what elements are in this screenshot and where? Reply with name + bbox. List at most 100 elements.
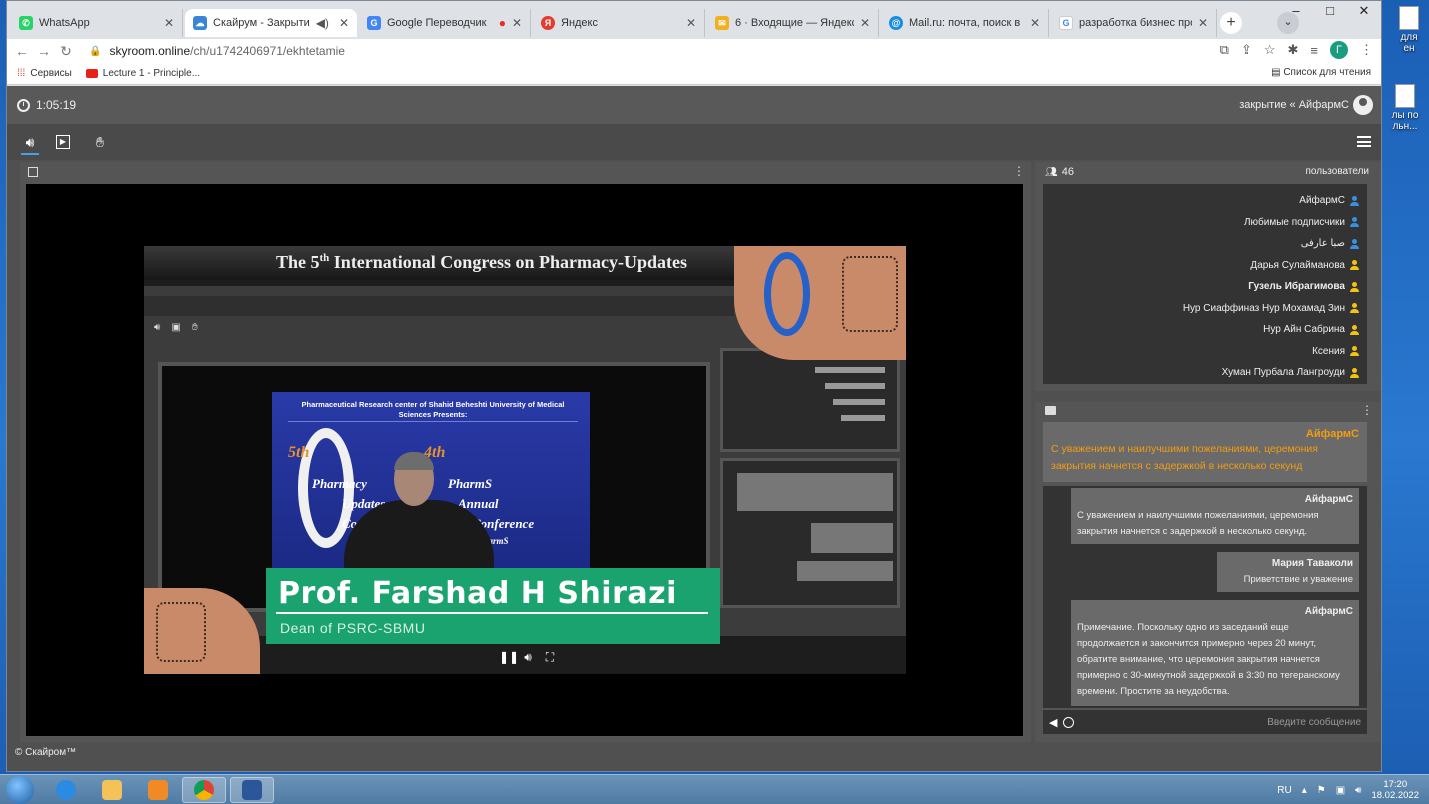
new-tab-button[interactable]: +	[1220, 12, 1242, 34]
mail-icon: ✉	[715, 16, 729, 30]
browser-menu-icon[interactable]: ⋮	[1360, 42, 1373, 58]
user-row[interactable]: Нур Сиаффиназ Нур Мохамад Зин	[1043, 298, 1367, 320]
address-bar[interactable]: 🔒 skyroom.online/ch/u1742406971/ekhtetam…	[89, 44, 345, 58]
speaker-icon[interactable]: ◀)	[316, 16, 329, 30]
minimize-button[interactable]: –	[1279, 1, 1313, 23]
internet-explorer-icon	[56, 780, 76, 800]
session-timer: 1:05:19	[17, 98, 76, 112]
congress-logo-area	[734, 246, 906, 360]
close-tab-icon[interactable]: ✕	[339, 16, 349, 30]
user-row[interactable]: АйфармС	[1043, 190, 1367, 212]
media-player-icon	[148, 780, 168, 800]
users-count-value: 46	[1061, 166, 1074, 178]
tab-mailru[interactable]: @ Mail.ru: почта, поиск в интерне ✕	[881, 9, 1049, 37]
taskbar-app[interactable]	[44, 777, 88, 803]
banner-text-start: The 5	[276, 252, 320, 272]
emoji-icon[interactable]	[1063, 716, 1075, 728]
user-row[interactable]: Нур Айн Сабрина	[1043, 319, 1367, 341]
back-button[interactable]: ←	[11, 43, 33, 59]
menu-icon[interactable]	[1357, 136, 1371, 147]
extensions-icon[interactable]: ✱	[1288, 42, 1299, 58]
flag-icon[interactable]: ⚑	[1317, 785, 1326, 796]
volume-tray-icon[interactable]: 🔊︎	[1355, 785, 1361, 796]
kebab-menu-icon[interactable]: ⋮	[1361, 403, 1373, 417]
users-panel-header: 👥︎ 46 пользователи	[1035, 162, 1381, 182]
user-row[interactable]: Гузель Ибрагимова	[1043, 276, 1367, 298]
tab-yandex-mail[interactable]: ✉ 6 · Входящие — Яндекс.Почта ✕	[707, 9, 879, 37]
network-icon[interactable]: ▣	[1336, 785, 1345, 796]
close-tab-icon[interactable]: ✕	[686, 16, 696, 30]
app-toolbar: 🔊︎ ▶ ✋︎	[7, 124, 1381, 160]
caption-rule	[276, 612, 708, 614]
chat-message: АйфармС Примечание. Поскольку одно из за…	[1071, 600, 1359, 706]
profile-avatar[interactable]: Г	[1330, 41, 1348, 59]
desktop-file-icon[interactable]: лы по льн...	[1382, 84, 1428, 132]
bookmark-lecture[interactable]: Lecture 1 - Principle...	[85, 68, 200, 79]
reading-list-button[interactable]: ▤ Список для чтения	[1271, 67, 1371, 78]
tab-yandex[interactable]: Я Яндекс ✕	[533, 9, 705, 37]
close-tab-icon[interactable]: ✕	[164, 16, 174, 30]
language-indicator[interactable]: RU	[1277, 785, 1291, 796]
speaker-role: Dean of PSRC-SBMU	[280, 620, 426, 636]
close-window-button[interactable]: ✕	[1347, 1, 1381, 23]
user-row[interactable]: Любимые подписчики	[1043, 212, 1367, 234]
chat-panel: ⋮ АйфармС С уважением и наилучшими пожел…	[1035, 402, 1381, 742]
taskbar-app[interactable]	[182, 777, 226, 803]
window-controls: – □ ✕	[1279, 1, 1381, 23]
congress-e-logo	[764, 252, 810, 336]
user-row[interactable]: Ксения	[1043, 341, 1367, 363]
bookmark-apps[interactable]: ⁞⁞⁞ Сервисы	[17, 68, 72, 79]
media-control-icon[interactable]: ≡	[1310, 43, 1318, 58]
close-tab-icon[interactable]: ✕	[512, 16, 522, 30]
message-input[interactable]	[1074, 716, 1361, 728]
poster-heading-text: Pharmaceutical Research center of Shahid…	[301, 400, 565, 419]
system-clock[interactable]: 17:20 18.02.2022	[1371, 779, 1419, 801]
browser-window: ✆ WhatsApp ✕ ☁ Скайрум - Закрытие ◀) ✕ G…	[6, 0, 1382, 772]
close-tab-icon[interactable]: ✕	[1030, 16, 1040, 30]
fullscreen-icon[interactable]: ⛶	[543, 650, 557, 664]
tab-google-search[interactable]: G разработка бизнес процессов ✕	[1051, 9, 1217, 37]
translate-icon[interactable]: ⧉	[1220, 42, 1229, 58]
share-icon[interactable]: ⇪	[1241, 42, 1252, 58]
maximize-button[interactable]: □	[1313, 1, 1347, 23]
tab-whatsapp[interactable]: ✆ WhatsApp ✕	[11, 9, 183, 37]
speaker-name: Prof. Farshad H Shirazi	[278, 576, 677, 611]
taskbar-app[interactable]	[136, 777, 180, 803]
start-orb-icon[interactable]	[6, 776, 34, 804]
user-icon	[1350, 324, 1359, 335]
tab-skyroom[interactable]: ☁ Скайрум - Закрытие ◀) ✕	[185, 9, 357, 37]
speaker-toggle-icon[interactable]: 🔊︎	[21, 133, 39, 155]
user-row[interactable]: صبا عارفی	[1043, 233, 1367, 255]
pause-icon[interactable]: ❚❚	[499, 650, 519, 664]
taskbar-app[interactable]	[230, 777, 274, 803]
bookmark-star-icon[interactable]: ☆	[1264, 42, 1276, 58]
tab-label: WhatsApp	[39, 17, 90, 29]
account-icon[interactable]	[1353, 95, 1373, 115]
tab-strip: ✆ WhatsApp ✕ ☁ Скайрум - Закрытие ◀) ✕ G…	[7, 1, 1381, 39]
media-share-icon[interactable]	[28, 167, 38, 177]
volume-icon[interactable]: 🔊︎	[521, 650, 535, 664]
reload-button[interactable]: ↻	[55, 43, 77, 60]
tab-label: Google Переводчик	[387, 17, 487, 29]
taskbar-app[interactable]	[90, 777, 134, 803]
video-stream[interactable]: 🔊︎ ▣ ✋︎ The 5th International Congress o…	[26, 184, 1023, 736]
kebab-menu-icon[interactable]: ⋮	[1013, 164, 1025, 178]
desktop-file-icon[interactable]: для ен	[1386, 6, 1429, 54]
send-icon[interactable]: ◀	[1049, 716, 1057, 729]
tab-label: разработка бизнес процессов	[1079, 17, 1192, 29]
tray-arrow-icon[interactable]: ▴	[1302, 785, 1307, 796]
user-row[interactable]: Хуман Пурбала Лангроуди	[1043, 362, 1367, 384]
recording-icon: ●	[498, 16, 506, 30]
close-tab-icon[interactable]: ✕	[1198, 16, 1208, 30]
skyroom-app: 1:05:19 закрытие « АйфармС 🔊︎ ▶ ✋︎ ⋮ 🔊︎ …	[7, 86, 1381, 771]
raise-hand-icon[interactable]: ✋︎	[91, 133, 109, 151]
tab-google-translate[interactable]: G Google Переводчик ● ✕	[359, 9, 531, 37]
user-row[interactable]: Дарья Сулайманова	[1043, 255, 1367, 277]
forward-button[interactable]: →	[33, 43, 55, 59]
message-text: Приветствие и уважение	[1243, 574, 1353, 585]
user-icon	[1350, 281, 1359, 292]
app-footer: © Скайром™	[15, 747, 77, 758]
poster-word: 5th	[288, 444, 310, 461]
close-tab-icon[interactable]: ✕	[860, 16, 870, 30]
media-share-icon[interactable]: ▶	[56, 135, 70, 149]
